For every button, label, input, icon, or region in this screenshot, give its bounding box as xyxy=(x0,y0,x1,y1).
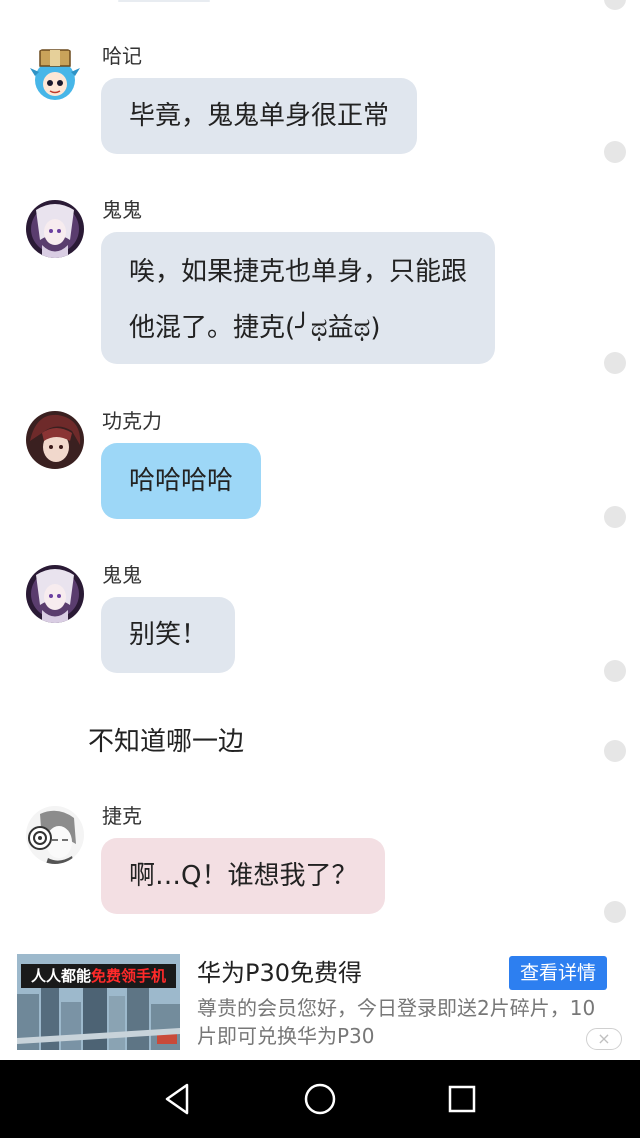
chat-area: 哈记 毕竟，鬼鬼单身很正常 鬼鬼 唉，如果捷克也单身，只能跟 他混了。捷克(╯ಥ… xyxy=(0,0,640,940)
sender-name: 鬼鬼 xyxy=(102,563,142,587)
previous-bubble-edge xyxy=(118,0,210,2)
view-details-button[interactable]: 查看详情 xyxy=(509,956,607,990)
avatar[interactable] xyxy=(26,200,84,258)
ad-description: 尊贵的会员您好，今日登录即送2片碎片，10片即可兑换华为P30 xyxy=(197,996,596,1048)
read-indicator xyxy=(604,660,626,682)
read-indicator xyxy=(604,141,626,163)
message-text-line: 他混了。捷克(╯ಥ益ಥ) xyxy=(129,313,381,343)
message-bubble[interactable]: 别笑！ xyxy=(101,597,236,673)
avatar-guigui-icon xyxy=(26,200,84,258)
sender-name: 捷克 xyxy=(102,804,142,828)
nav-recents-button[interactable] xyxy=(442,1079,482,1119)
read-indicator xyxy=(604,506,626,528)
message-bubble[interactable]: 哈哈哈哈 xyxy=(101,443,262,519)
read-indicator xyxy=(604,740,626,762)
recents-icon xyxy=(448,1085,476,1113)
message-text: 别笑！ xyxy=(129,620,208,650)
message-text-line: 唉，如果捷克也单身，只能跟 xyxy=(129,257,468,287)
message-text: 哈哈哈哈 xyxy=(129,466,234,496)
avatar[interactable] xyxy=(26,806,84,864)
message-bubble[interactable]: 啊…Q！谁想我了？ xyxy=(101,838,386,914)
ad-title[interactable]: 华为P30免费得 xyxy=(197,956,362,990)
read-indicator xyxy=(604,352,626,374)
avatar[interactable] xyxy=(26,411,84,469)
close-ad-button[interactable]: × xyxy=(586,1028,622,1050)
ad-banner[interactable]: 人人都能免费领手机 华为P30免费得 查看详情 尊贵的会员您好，今日登录即送2片… xyxy=(0,944,640,1060)
sender-name: 哈记 xyxy=(102,44,142,68)
read-indicator xyxy=(604,901,626,923)
message-text: 毕竟，鬼鬼单身很正常 xyxy=(129,101,390,131)
back-icon xyxy=(165,1083,189,1115)
message-bubble[interactable]: 唉，如果捷克也单身，只能跟 他混了。捷克(╯ಥ益ಥ) xyxy=(101,232,496,364)
home-icon xyxy=(304,1083,336,1115)
nav-back-button[interactable] xyxy=(157,1079,197,1119)
avatar-guigui-icon xyxy=(26,565,84,623)
avatar-gongkeli-icon xyxy=(26,411,84,469)
avatar[interactable] xyxy=(26,46,84,104)
ad-image[interactable]: 人人都能免费领手机 xyxy=(17,954,180,1050)
system-nav-bar xyxy=(0,1060,640,1138)
ad-image-caption: 人人都能免费领手机 xyxy=(21,964,176,988)
sender-name: 功克力 xyxy=(102,409,162,433)
message-text: 啊…Q！谁想我了？ xyxy=(129,861,358,891)
avatar-haji-icon xyxy=(26,46,84,104)
message-bubble[interactable]: 毕竟，鬼鬼单身很正常 xyxy=(101,78,418,154)
sender-name: 鬼鬼 xyxy=(102,198,142,222)
nav-home-button[interactable] xyxy=(300,1079,340,1119)
narration-text: 不知道哪一边 xyxy=(88,727,245,757)
avatar-jieke-icon xyxy=(26,806,84,864)
avatar[interactable] xyxy=(26,565,84,623)
read-indicator xyxy=(604,0,626,10)
